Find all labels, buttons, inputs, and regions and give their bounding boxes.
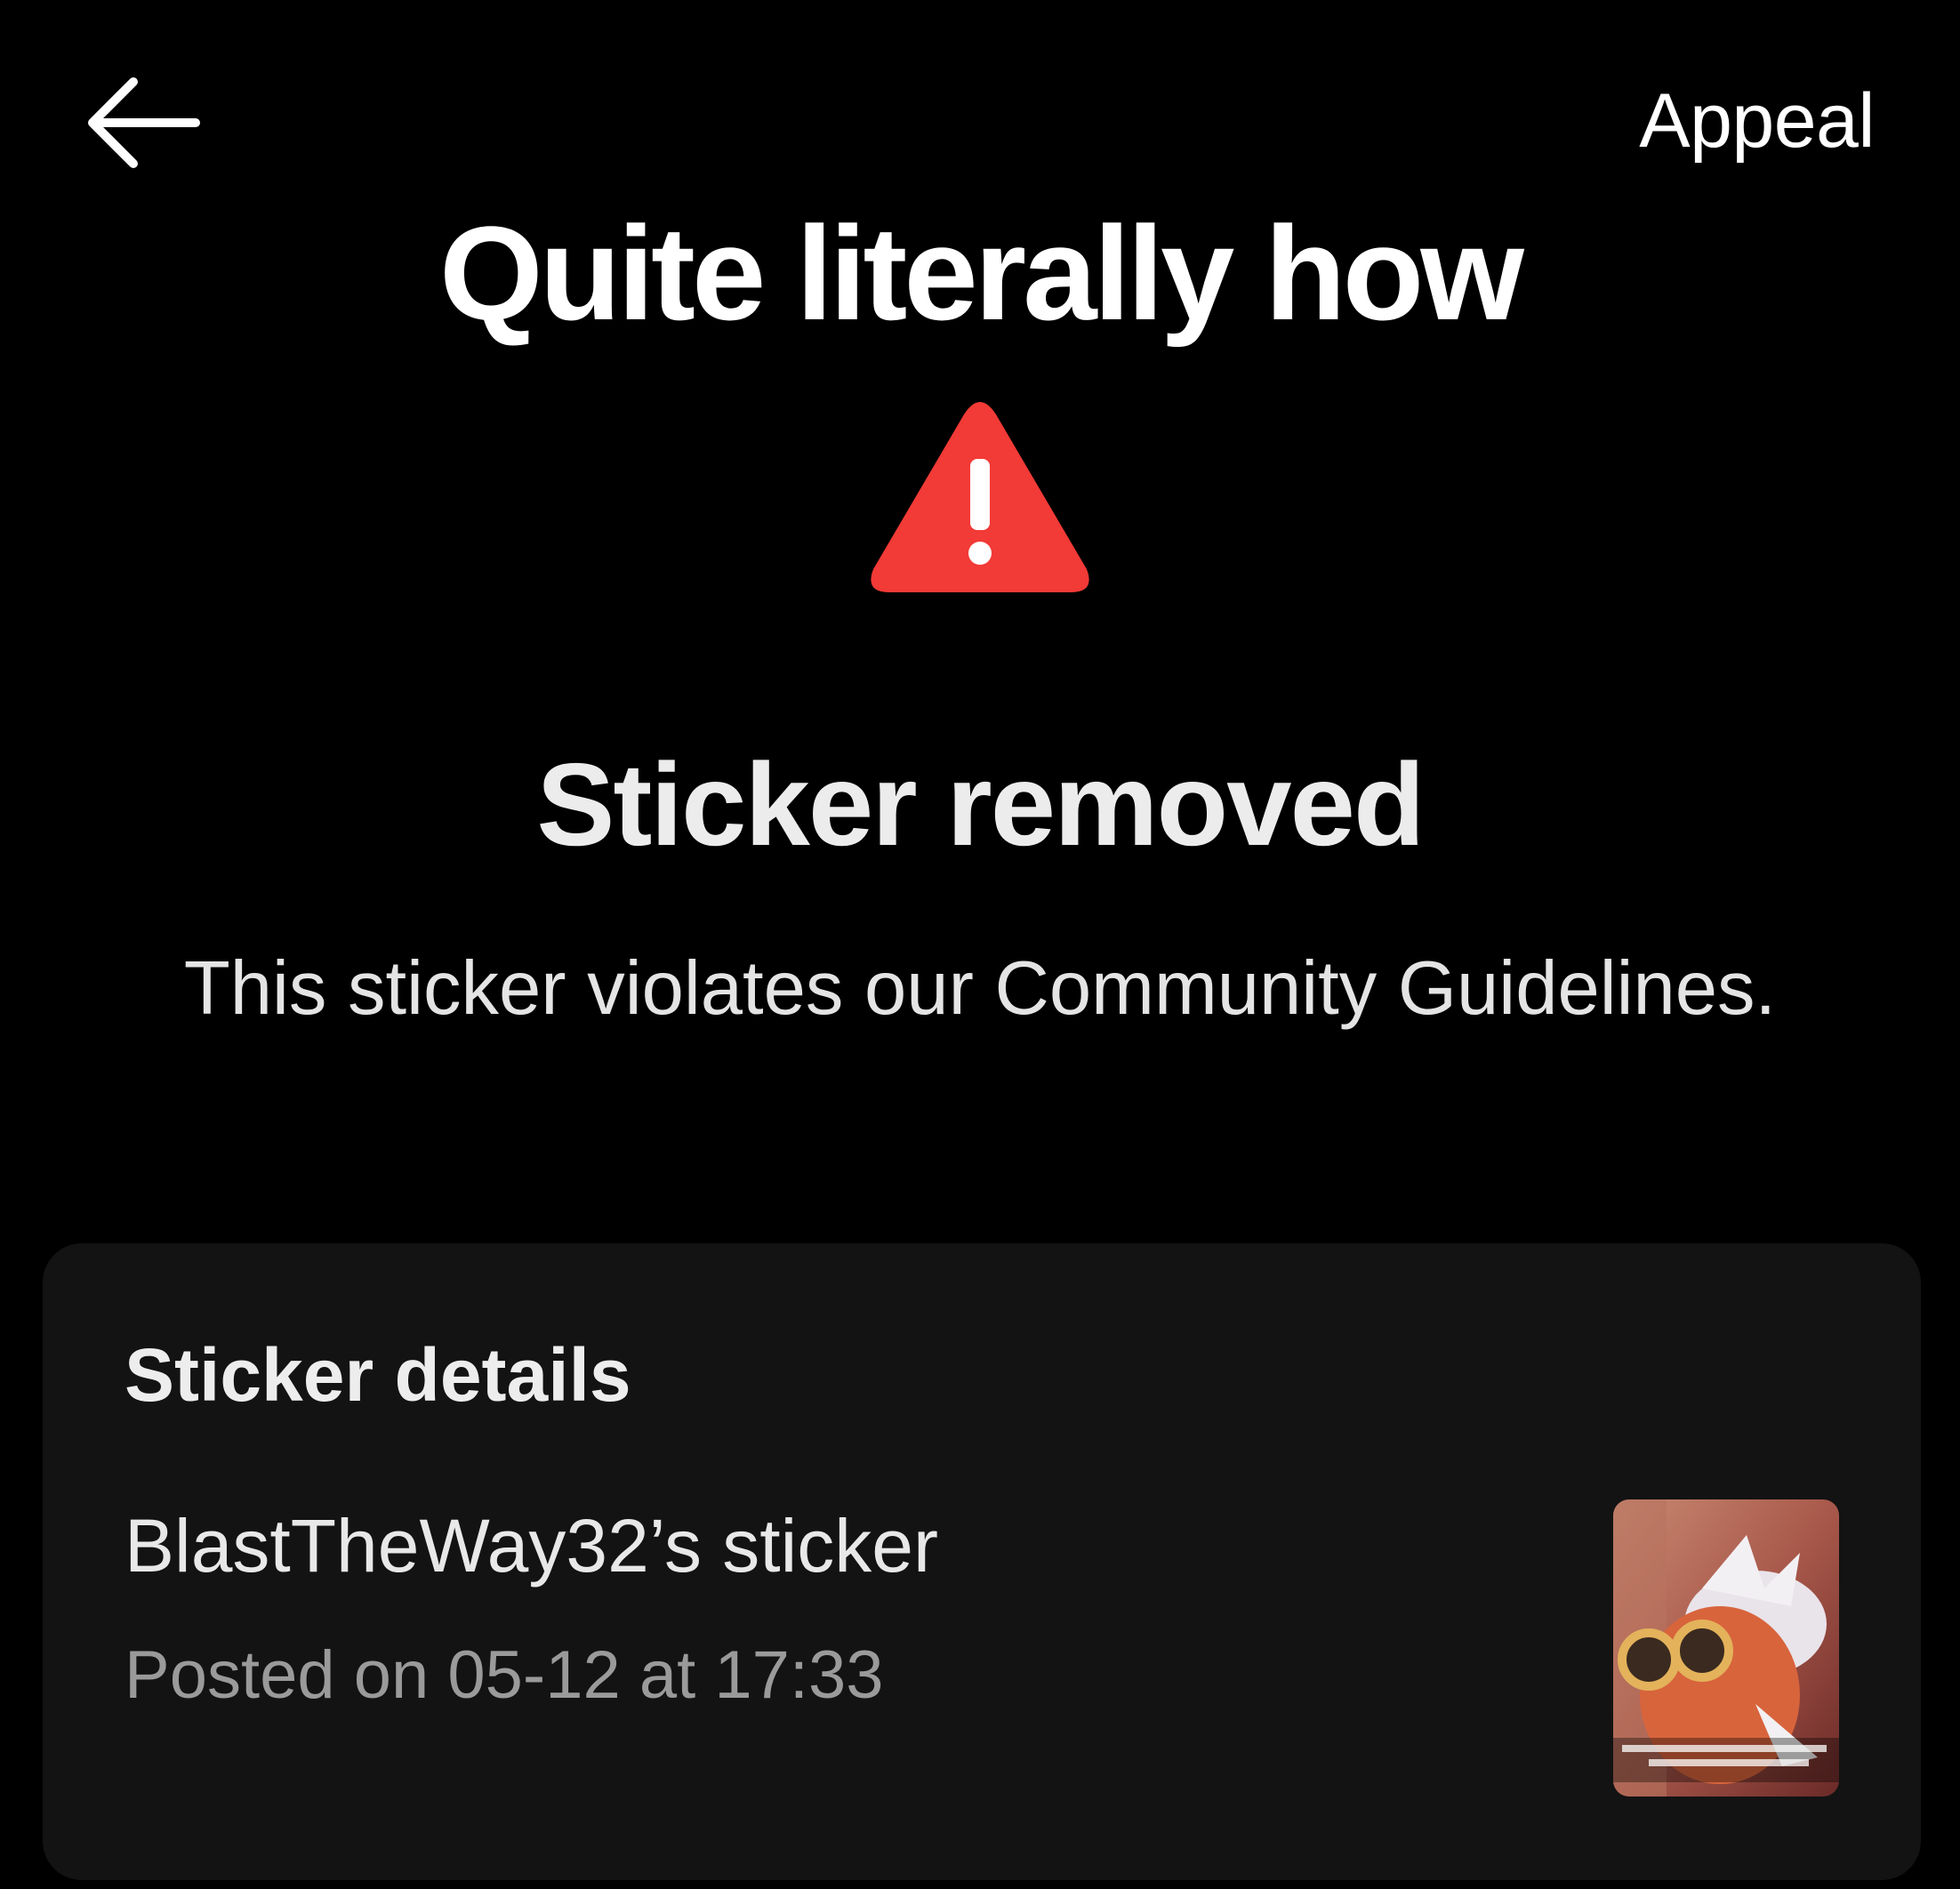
sticker-thumbnail[interactable] (1613, 1499, 1839, 1797)
back-arrow-icon (88, 77, 200, 168)
appeal-button[interactable]: Appeal (1639, 76, 1875, 165)
sticker-owner: BlastTheWay32’s sticker (125, 1504, 938, 1588)
details-heading: Sticker details (125, 1333, 631, 1417)
sticker-details-card: Sticker details BlastTheWay32’s sticker … (43, 1243, 1921, 1880)
sticker-posted-date: Posted on 05-12 at 17:33 (125, 1637, 884, 1713)
back-button[interactable] (82, 71, 203, 174)
status-description: This sticker violates our Community Guid… (183, 946, 1777, 1031)
warning-triangle-icon (868, 395, 1092, 594)
sticker-overlay-text: Quite literally how (439, 198, 1524, 348)
status-title: Sticker removed (536, 739, 1425, 870)
